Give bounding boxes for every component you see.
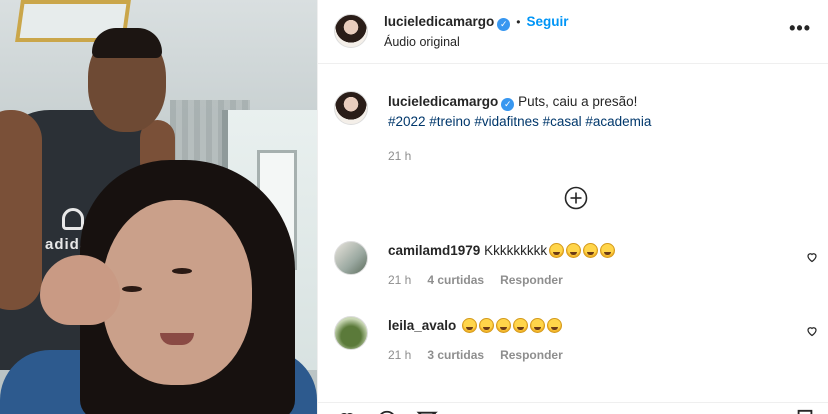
separator-dot: • xyxy=(516,15,521,29)
comment-username[interactable]: leila_avalo xyxy=(388,318,456,333)
man-arm xyxy=(0,110,42,310)
verified-badge-icon: ✓ xyxy=(501,98,515,111)
laughing-emoji-icon xyxy=(530,318,546,333)
caption-avatar[interactable] xyxy=(334,91,368,125)
woman-face xyxy=(102,200,252,385)
post-panel: lucieledicamargo ✓ • Seguir Áudio original … xyxy=(317,0,828,414)
reply-button[interactable]: Responder xyxy=(500,348,563,362)
laughing-emoji-icon xyxy=(479,318,495,333)
comment-likes[interactable]: 3 curtidas xyxy=(427,348,484,362)
comment-item: leila_avalo 21 h 3 curtidas Responder xyxy=(388,318,768,362)
post-caption: lucieledicamargo ✓ Puts, caiu a presão! #… xyxy=(388,92,788,166)
like-heart-icon[interactable] xyxy=(336,409,358,414)
woman-eye-left xyxy=(122,286,142,292)
action-bar xyxy=(318,402,828,414)
audio-label[interactable]: Áudio original xyxy=(384,35,460,49)
laughing-emoji-icon xyxy=(566,243,582,258)
comment-username[interactable]: camilamd1979 xyxy=(388,243,480,258)
comment-avatar[interactable] xyxy=(334,316,368,350)
more-options-icon[interactable]: ••• xyxy=(789,18,811,39)
post-media[interactable]: adidas xyxy=(0,0,317,414)
laughing-emoji-icon xyxy=(583,243,599,258)
comment-meta: 21 h 3 curtidas Responder xyxy=(388,348,768,362)
caption-hashtags[interactable]: #2022 #treino #vidafitnes #casal #academ… xyxy=(388,114,651,129)
comment-avatar[interactable] xyxy=(334,241,368,275)
author-row: lucieledicamargo ✓ • Seguir xyxy=(384,14,569,31)
comment-text: Kkkkkkkkk xyxy=(484,243,548,258)
comment-time[interactable]: 21 h xyxy=(388,273,411,287)
caption-time[interactable]: 21 h xyxy=(388,146,788,166)
post-header: lucieledicamargo ✓ • Seguir Áudio original … xyxy=(318,0,828,64)
author-avatar[interactable] xyxy=(334,14,368,48)
brand-logo-icon xyxy=(62,208,84,230)
laughing-emoji-icon xyxy=(600,243,616,258)
reply-button[interactable]: Responder xyxy=(500,273,563,287)
caption-text: Puts, caiu a presão! xyxy=(518,94,638,109)
save-bookmark-icon[interactable] xyxy=(795,409,815,414)
caption-username[interactable]: lucieledicamargo xyxy=(388,94,498,109)
author-username[interactable]: lucieledicamargo xyxy=(384,14,494,29)
comment-likes[interactable]: 4 curtidas xyxy=(427,273,484,287)
share-icon[interactable] xyxy=(416,409,438,414)
follow-button[interactable]: Seguir xyxy=(527,14,569,29)
load-more-comments-icon[interactable] xyxy=(564,186,588,210)
instagram-post: adidas lucieledicamargo ✓ • Seguir Áudio or… xyxy=(0,0,828,414)
comment-time[interactable]: 21 h xyxy=(388,348,411,362)
heart-icon[interactable] xyxy=(806,325,818,337)
heart-icon[interactable] xyxy=(806,251,818,263)
man-hair xyxy=(92,28,162,58)
woman-hand xyxy=(40,255,120,325)
laughing-emoji-icon xyxy=(513,318,529,333)
comment-icon[interactable] xyxy=(376,409,398,414)
laughing-emoji-icon xyxy=(462,318,478,333)
comment-meta: 21 h 4 curtidas Responder xyxy=(388,273,768,287)
laughing-emoji-icon xyxy=(549,243,565,258)
verified-badge-icon: ✓ xyxy=(497,18,511,31)
comment-item: camilamd1979 Kkkkkkkkk 21 h 4 curtidas Res… xyxy=(388,243,768,287)
laughing-emoji-icon xyxy=(496,318,512,333)
laughing-emoji-icon xyxy=(547,318,563,333)
woman-eye-right xyxy=(172,268,192,274)
